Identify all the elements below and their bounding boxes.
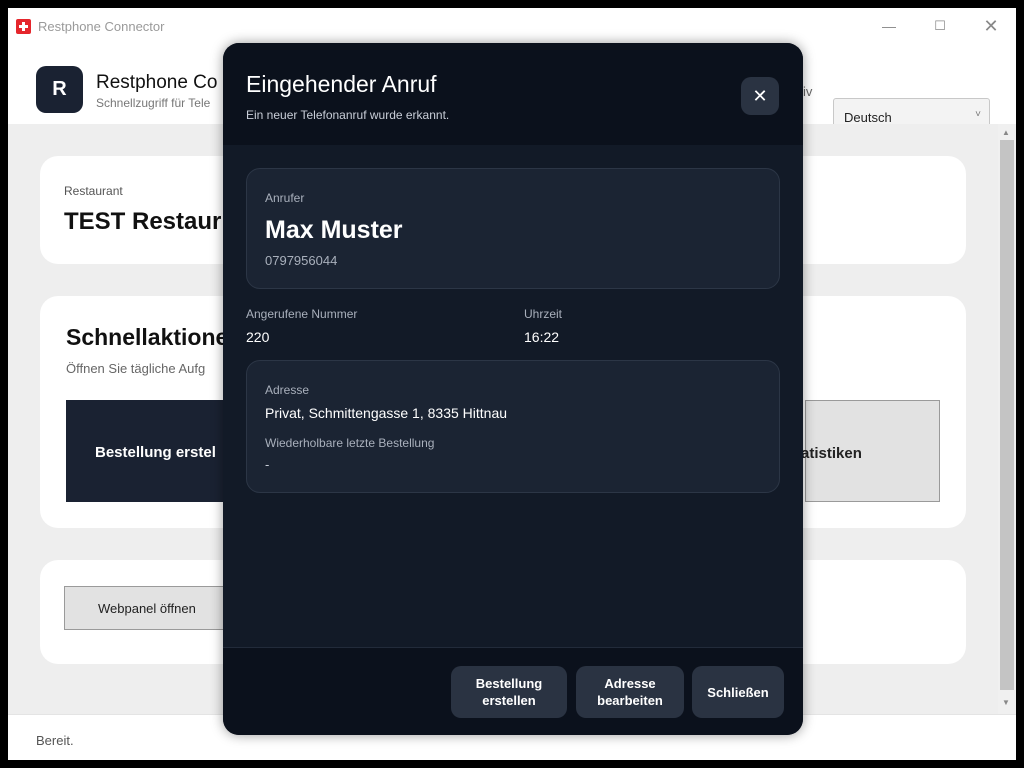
dialog-title: Eingehender Anruf: [246, 71, 437, 97]
edit-address-button[interactable]: Adresse bearbeiten: [576, 666, 684, 718]
time-value: 16:22: [524, 329, 560, 345]
last-order-label: Wiederholbare letzte Bestellung: [265, 436, 435, 450]
time-label: Uhrzeit: [524, 307, 563, 321]
dialog-footer: Bestellung erstellen Adresse bearbeiten Sc…: [223, 647, 803, 735]
open-webpanel-label: Webpanel öffnen: [98, 601, 196, 616]
dialog-header: Eingehender Anruf Ein neuer Telefonanruf…: [223, 43, 803, 145]
chevron-down-icon: ˅: [975, 109, 981, 120]
create-order-label-line1: Bestellung: [475, 676, 543, 691]
scroll-down-icon[interactable]: ▼: [1002, 698, 1010, 707]
edit-address-label-line2: bearbeiten: [597, 693, 663, 708]
swiss-flag-icon: [16, 19, 31, 34]
title-bar: Restphone Connector — ☐ ✕: [8, 8, 1016, 44]
quick-actions-title: Schnellaktione: [66, 324, 229, 350]
open-webpanel-button[interactable]: Webpanel öffnen: [64, 586, 234, 630]
called-number-label: Angerufene Nummer: [246, 307, 358, 321]
language-value: Deutsch: [844, 110, 892, 125]
caller-phone: 0797956044: [265, 253, 338, 268]
last-order-value: -: [265, 457, 270, 472]
app-subtitle: Schnellzugriff für Tele: [96, 96, 211, 110]
edit-address-label-line1: Adresse: [604, 676, 656, 691]
incoming-call-dialog: Eingehender Anruf Ein neuer Telefonanruf…: [223, 43, 803, 735]
window-title: Restphone Connector: [38, 19, 165, 34]
restaurant-label: Restaurant: [64, 184, 123, 198]
statistics-tile[interactable]: tatistiken: [796, 400, 940, 502]
app-name: Restphone Co: [96, 72, 218, 93]
address-panel: Adresse Privat, Schmittengasse 1, 8335 H…: [246, 360, 780, 493]
app-logo: R: [36, 66, 83, 113]
create-order-tile[interactable]: Bestellung erstel: [66, 400, 236, 502]
quick-actions-subtitle: Öffnen Sie tägliche Aufg: [66, 361, 206, 376]
caller-name: Max Muster: [265, 216, 403, 244]
create-order-label-line2: erstellen: [482, 693, 536, 708]
create-order-tile-label: Bestellung erstel: [95, 444, 216, 461]
scroll-up-icon[interactable]: ▲: [1002, 128, 1010, 137]
vertical-scrollbar[interactable]: ▲ ▼: [998, 124, 1016, 714]
statistics-tile-label: tatistiken: [796, 445, 862, 462]
close-icon[interactable]: ✕: [976, 14, 1006, 38]
called-number-value: 220: [246, 329, 270, 345]
caller-panel: Anrufer Max Muster 0797956044: [246, 168, 780, 289]
header-link[interactable]: iv: [803, 84, 812, 99]
caller-label: Anrufer: [265, 191, 305, 205]
scroll-thumb[interactable]: [1000, 140, 1014, 690]
restaurant-name: TEST Restaur: [64, 208, 222, 235]
close-dialog-button[interactable]: Schließen: [692, 666, 784, 718]
create-order-button[interactable]: Bestellung erstellen: [451, 666, 567, 718]
address-label: Adresse: [265, 383, 310, 397]
address-value: Privat, Schmittengasse 1, 8335 Hittnau: [265, 405, 508, 421]
minimize-icon[interactable]: —: [874, 14, 904, 38]
close-icon[interactable]: ✕: [741, 77, 779, 115]
maximize-icon[interactable]: ☐: [925, 14, 955, 38]
dialog-subtitle: Ein neuer Telefonanruf wurde erkannt.: [246, 108, 450, 122]
status-text: Bereit.: [36, 733, 74, 748]
